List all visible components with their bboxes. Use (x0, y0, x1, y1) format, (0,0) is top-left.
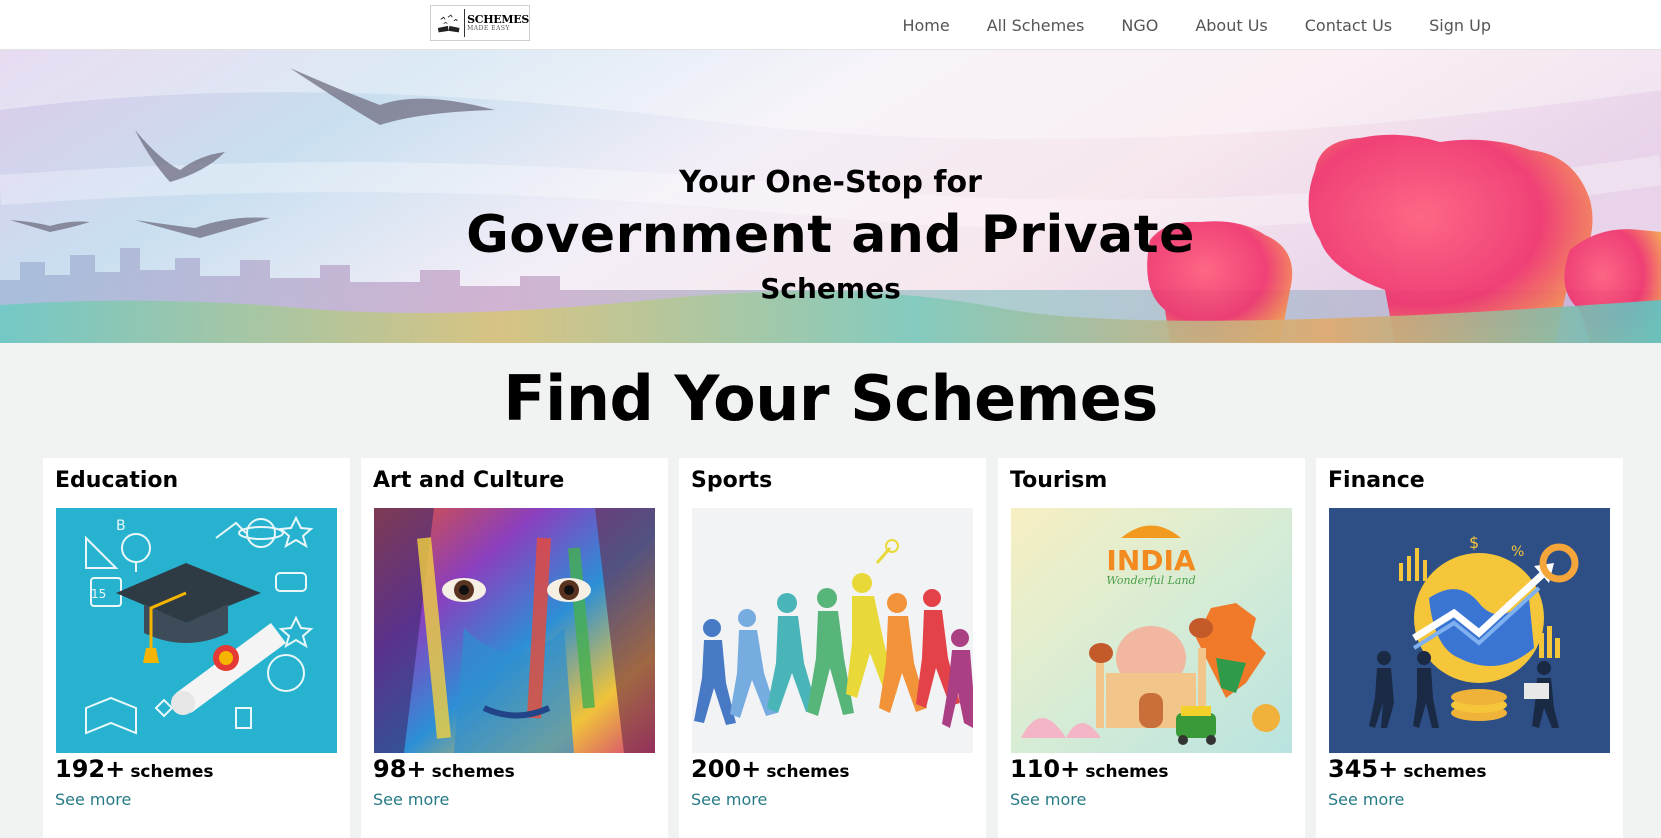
see-more-link[interactable]: See more (691, 790, 767, 809)
scheme-count: 345+ schemes (1328, 755, 1487, 783)
hero-banner: Your One-Stop for Government and Private… (0, 50, 1661, 343)
scheme-count-label: schemes (766, 762, 850, 782)
scheme-count-number: 98+ (373, 755, 427, 783)
svg-text:INDIA: INDIA (1106, 544, 1196, 577)
finance-growth-illustration[interactable]: $ % (1329, 508, 1610, 753)
svg-text:Wonderful Land: Wonderful Land (1106, 574, 1195, 587)
nav-sign-up[interactable]: Sign Up (1429, 16, 1491, 35)
svg-text:$: $ (1469, 533, 1479, 552)
book-birds-icon (437, 14, 460, 33)
scheme-count-label: schemes (130, 762, 214, 782)
logo-divider (464, 9, 466, 37)
scheme-count-number: 200+ (691, 755, 762, 783)
scheme-count-number: 110+ (1010, 755, 1081, 783)
main-nav: Home All Schemes NGO About Us Contact Us… (865, 0, 1491, 50)
category-cards: Education B 15 192+ schemes See more Art… (43, 458, 1625, 838)
scheme-count-number: 192+ (55, 755, 126, 783)
scheme-count-label: schemes (1403, 762, 1487, 782)
svg-text:B: B (116, 518, 126, 534)
india-wonderful-land[interactable]: INDIA Wonderful Land (1011, 508, 1292, 753)
see-more-link[interactable]: See more (1328, 790, 1404, 809)
logo-subtitle: MADE EASY (467, 25, 510, 32)
hero-heading: Government and Private (466, 205, 1195, 265)
hero-subheading: Your One-Stop for (679, 165, 982, 200)
scheme-count-label: schemes (1085, 762, 1169, 782)
svg-text:%: % (1511, 544, 1524, 560)
see-more-link[interactable]: See more (55, 790, 131, 809)
scheme-count: 200+ schemes (691, 755, 850, 783)
painted-face-photo[interactable] (374, 508, 655, 753)
card-title: Finance (1328, 468, 1425, 493)
logo-wordmark: SCHEMES MADE EASY (467, 14, 529, 32)
scheme-count-label: schemes (431, 762, 515, 782)
nav-all-schemes[interactable]: All Schemes (987, 16, 1085, 35)
scheme-count: 98+ schemes (373, 755, 515, 783)
education-illustration[interactable]: B 15 (56, 508, 337, 753)
nav-about-us[interactable]: About Us (1195, 16, 1267, 35)
category-card-finance[interactable]: Finance $ % 345+ schemes See more (1316, 458, 1623, 838)
svg-text:15: 15 (91, 587, 106, 601)
card-title: Sports (691, 468, 773, 493)
category-card-education[interactable]: Education B 15 192+ schemes See more (43, 458, 350, 838)
scheme-count: 192+ schemes (55, 755, 214, 783)
category-card-art-and-culture[interactable]: Art and Culture 98+ schemes See more (361, 458, 668, 838)
hero-text: Your One-Stop for Government and Private… (0, 50, 1661, 343)
hero-tagline: Schemes (760, 272, 901, 305)
nav-contact-us[interactable]: Contact Us (1305, 16, 1392, 35)
logo-title: SCHEMES (467, 13, 529, 26)
card-title: Education (55, 468, 179, 493)
site-logo[interactable]: SCHEMES MADE EASY (430, 5, 530, 41)
card-title: Art and Culture (373, 468, 565, 493)
category-card-sports[interactable]: Sports 200+ schemes See more (679, 458, 986, 838)
card-title: Tourism (1010, 468, 1108, 493)
see-more-link[interactable]: See more (1010, 790, 1086, 809)
see-more-link[interactable]: See more (373, 790, 449, 809)
top-navbar: SCHEMES MADE EASY Home All Schemes NGO A… (0, 0, 1661, 50)
section-title: Find Your Schemes (503, 362, 1158, 435)
athletes-silhouettes[interactable] (692, 508, 973, 753)
nav-home[interactable]: Home (902, 16, 949, 35)
scheme-count-number: 345+ (1328, 755, 1399, 783)
scheme-count: 110+ schemes (1010, 755, 1169, 783)
category-card-tourism[interactable]: Tourism INDIA Wonderful Land 110+ scheme… (998, 458, 1305, 838)
nav-ngo[interactable]: NGO (1121, 16, 1158, 35)
